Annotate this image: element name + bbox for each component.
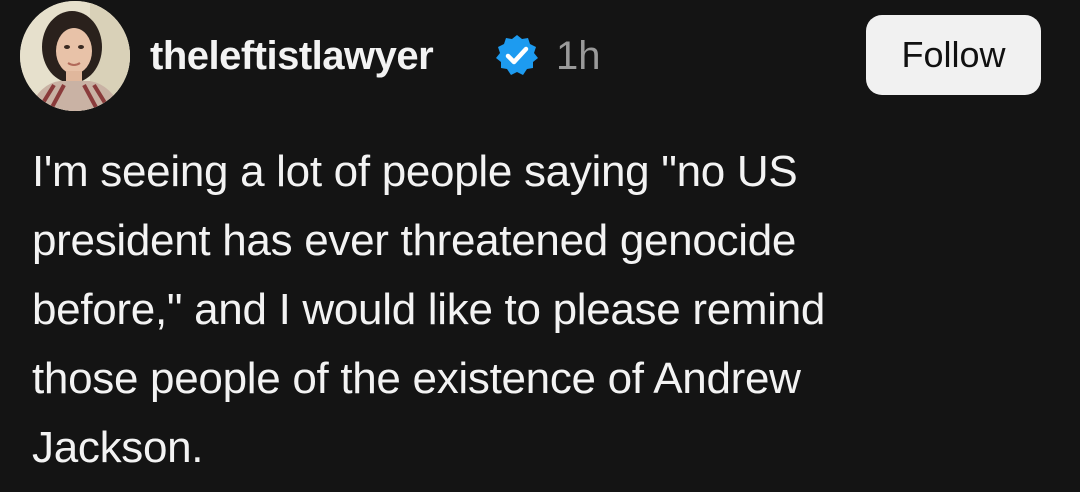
- follow-button[interactable]: Follow: [866, 15, 1041, 95]
- post-card: theleftistlawyer 1h Follow I'm seeing a …: [0, 0, 1080, 492]
- post-text-line: Jackson.: [32, 423, 204, 472]
- avatar[interactable]: [20, 1, 130, 111]
- author-username[interactable]: theleftistlawyer: [150, 28, 434, 84]
- post-text: I'm seeing a lot of people saying "no US…: [32, 137, 1042, 482]
- post-timestamp: 1h: [556, 34, 601, 78]
- post-text-line: those people of the existence of Andrew: [32, 354, 801, 403]
- post-text-line: before," and I would like to please remi…: [32, 285, 826, 334]
- post-text-line: I'm seeing a lot of people saying "no US: [32, 147, 798, 196]
- verified-badge-icon: [494, 33, 540, 79]
- avatar-photo-icon: [20, 1, 130, 111]
- post-text-line: president has ever threatened genocide: [32, 216, 797, 265]
